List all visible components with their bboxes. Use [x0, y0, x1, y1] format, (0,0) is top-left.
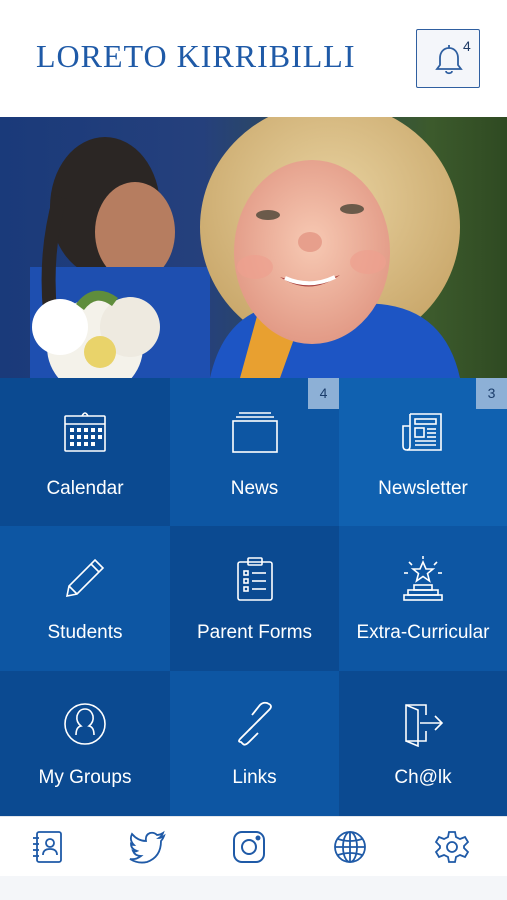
hero-photo — [0, 117, 507, 378]
settings-icon[interactable] — [434, 829, 470, 865]
instagram-icon[interactable] — [231, 829, 267, 865]
tile-links[interactable]: Links — [170, 671, 339, 816]
calendar-icon — [64, 412, 106, 452]
tile-my-groups[interactable]: My Groups — [0, 671, 170, 816]
school-brand-title: Loreto Kirribilli — [36, 38, 356, 74]
notifications-button[interactable]: 4 — [416, 29, 480, 88]
tile-news[interactable]: 4 News — [170, 378, 339, 526]
globe-icon[interactable] — [332, 829, 368, 865]
star-podium-icon — [403, 556, 443, 601]
clipboard-icon — [236, 557, 273, 601]
exit-door-icon — [405, 704, 444, 747]
twitter-icon[interactable] — [128, 829, 168, 865]
person-circle-icon — [64, 703, 106, 745]
tile-calendar[interactable]: Calendar — [0, 378, 170, 526]
tile-chalk[interactable]: Ch@lk — [339, 671, 507, 816]
tile-label: News — [230, 478, 279, 499]
bell-icon — [435, 45, 463, 75]
tile-label: Ch@lk — [394, 767, 452, 788]
tile-label: Calendar — [46, 478, 124, 499]
tile-label: Newsletter — [378, 478, 468, 499]
newsletter-badge: 3 — [476, 378, 507, 409]
tile-label: Links — [232, 767, 277, 788]
tile-label: My Groups — [38, 767, 132, 788]
tile-parent-forms[interactable]: Parent Forms — [170, 526, 339, 671]
pencil-icon — [65, 558, 105, 598]
tile-label: Parent Forms — [196, 622, 313, 643]
news-icon — [231, 412, 278, 453]
tile-label: Extra-Curricular — [356, 622, 490, 643]
link-icon — [237, 701, 272, 746]
newsletter-icon — [402, 413, 442, 451]
footer-strip — [0, 876, 507, 900]
menu-grid: Calendar 4 News 3 Newsletter Students Pa… — [0, 378, 507, 816]
tile-extra-curricular[interactable]: Extra-Curricular — [339, 526, 507, 671]
notification-count: 4 — [463, 38, 471, 54]
app-header: Loreto Kirribilli 4 — [0, 0, 507, 117]
tile-newsletter[interactable]: 3 Newsletter — [339, 378, 507, 526]
bottom-nav — [0, 816, 507, 877]
contacts-icon[interactable] — [30, 829, 66, 865]
tile-label: Students — [47, 622, 123, 643]
tile-students[interactable]: Students — [0, 526, 170, 671]
news-badge: 4 — [308, 378, 339, 409]
